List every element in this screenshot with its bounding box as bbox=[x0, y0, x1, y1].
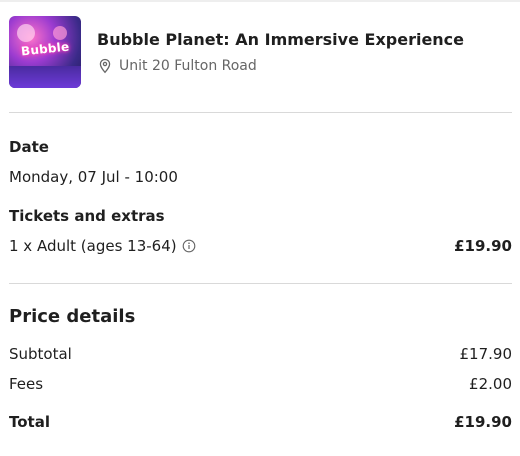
address-text: Unit 20 Fulton Road bbox=[119, 58, 257, 74]
thumbnail-light bbox=[53, 26, 67, 40]
event-address: Unit 20 Fulton Road bbox=[97, 57, 257, 75]
subtotal-label: Subtotal bbox=[9, 345, 72, 363]
date-value: Monday, 07 Jul - 10:00 bbox=[9, 168, 178, 186]
date-label: Date bbox=[9, 138, 49, 156]
subtotal-value: £17.90 bbox=[459, 345, 513, 363]
total-value: £19.90 bbox=[454, 413, 512, 431]
fees-label: Fees bbox=[9, 375, 44, 393]
event-title: Bubble Planet: An Immersive Experience bbox=[97, 30, 465, 49]
fees-value: £2.00 bbox=[469, 375, 512, 393]
divider bbox=[9, 112, 512, 113]
map-pin-icon bbox=[97, 58, 113, 74]
ticket-price: £19.90 bbox=[454, 237, 512, 255]
thumbnail-logo: Bubble bbox=[20, 39, 70, 59]
ticket-description: 1 x Adult (ages 13-64) bbox=[9, 237, 177, 255]
event-thumbnail: Bubble bbox=[9, 16, 81, 88]
thumbnail-floor bbox=[9, 66, 81, 88]
total-label: Total bbox=[9, 413, 50, 431]
divider bbox=[9, 283, 512, 284]
tickets-label: Tickets and extras bbox=[9, 207, 165, 225]
top-border bbox=[0, 0, 520, 2]
event-summary: Bubble Bubble Planet: An Immersive Exper… bbox=[9, 16, 512, 88]
info-icon[interactable] bbox=[182, 238, 196, 253]
thumbnail-light bbox=[17, 24, 35, 42]
price-details-heading: Price details bbox=[9, 306, 136, 327]
